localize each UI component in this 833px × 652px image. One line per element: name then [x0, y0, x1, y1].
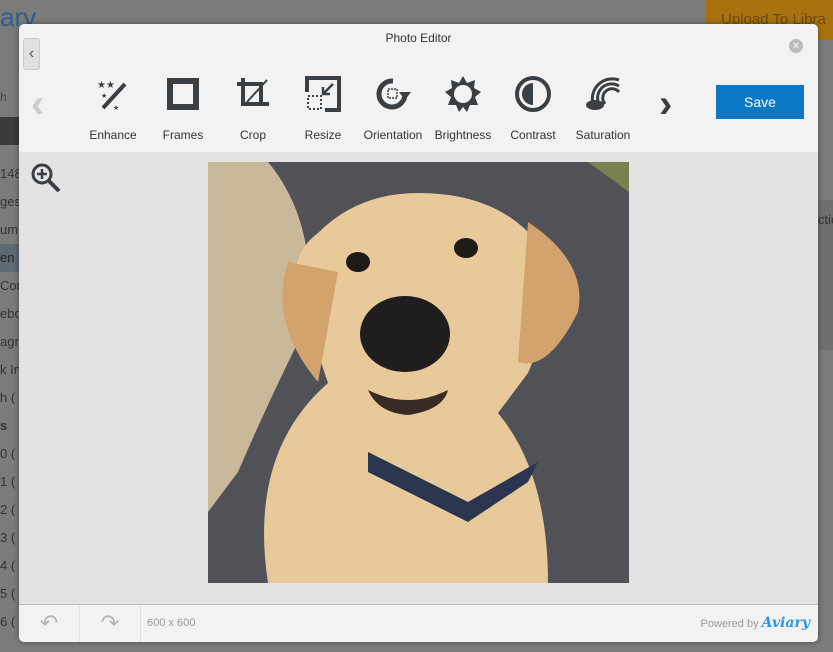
- svg-text:★★: ★★: [97, 80, 115, 91]
- crop-icon: [237, 78, 269, 106]
- svg-text:★: ★: [113, 104, 119, 112]
- tool-brightness[interactable]: Brightness: [428, 74, 498, 142]
- powered-by: Powered by Aviary: [700, 615, 811, 631]
- editor-canvas: [19, 152, 818, 605]
- magic-wand-icon: ★★★★: [97, 80, 127, 112]
- back-button[interactable]: ‹: [23, 38, 40, 70]
- background-list-item: 1 (: [0, 474, 16, 489]
- frame-icon: [167, 78, 199, 110]
- tool-saturation[interactable]: Saturation: [568, 74, 638, 142]
- background-list-item: k In: [0, 362, 20, 377]
- zoom-in-icon[interactable]: [30, 162, 62, 194]
- rainbow-icon: [586, 77, 621, 110]
- tool-enhance[interactable]: ★★ ★ ★ Enhance: [78, 74, 148, 142]
- background-list-item: 148: [0, 166, 20, 181]
- next-tools-icon[interactable]: ›: [659, 82, 672, 127]
- tool-frames[interactable]: Frames: [148, 74, 218, 142]
- undo-icon: ↶: [39, 610, 59, 635]
- prev-tools-icon[interactable]: ‹: [31, 82, 44, 127]
- background-list-item: agr: [0, 334, 19, 349]
- image-dimensions: 600 x 600: [147, 617, 196, 629]
- resize-icon: [305, 76, 341, 112]
- background-list-item: 4 (: [0, 558, 16, 573]
- background-list-item: 2 (: [0, 502, 16, 517]
- background-list-item: 0 (: [0, 446, 16, 461]
- aviary-logo: Aviary: [761, 615, 810, 631]
- background-right: ctio: [818, 200, 833, 350]
- tool-crop[interactable]: Crop: [218, 74, 288, 142]
- sun-icon: [445, 76, 481, 112]
- search-fragment: h: [0, 90, 7, 104]
- tool-contrast[interactable]: Contrast: [498, 74, 568, 142]
- background-list-item: ges: [0, 194, 20, 209]
- close-icon[interactable]: ×: [789, 39, 803, 53]
- footer: ↶ ↷ 600 x 600 Powered by Aviary: [19, 606, 818, 642]
- tool-orientation[interactable]: Orientation: [358, 74, 428, 142]
- background-list-item: h (: [0, 390, 16, 405]
- undo-button[interactable]: ↶: [19, 606, 80, 642]
- background-list-item: 6 (: [0, 614, 16, 629]
- save-button[interactable]: Save: [716, 85, 804, 119]
- background-list-item: ebo: [0, 306, 20, 321]
- contrast-icon: [515, 76, 551, 112]
- background-list-item: um: [0, 222, 19, 237]
- toolbar: ★★ ★ ★ Enhance Frames Crop Resize Orientati…: [78, 74, 638, 142]
- photo-editor-modal: Photo Editor × ‹ ‹ ★★ ★ ★ Enhance Frames Cr…: [19, 24, 818, 642]
- photo-image: [208, 162, 629, 583]
- svg-text:★: ★: [101, 92, 107, 100]
- background-list-item: s: [0, 418, 8, 433]
- redo-button[interactable]: ↷: [80, 606, 141, 642]
- redo-icon: ↷: [100, 610, 120, 635]
- background-list-item: 5 (: [0, 586, 16, 601]
- background-bar: [0, 117, 20, 145]
- background-list-item: 3 (: [0, 530, 16, 545]
- background-list-item: en: [0, 244, 20, 272]
- modal-title: Photo Editor: [385, 31, 452, 45]
- background-list: 148 ges um en Cor ebo agr k In h ( s 0 ( 1 ( 2 ( 3 ( 4…: [0, 160, 20, 636]
- background-list-item: Cor: [0, 278, 20, 293]
- tool-resize[interactable]: Resize: [288, 74, 358, 142]
- rotate-icon: [376, 78, 411, 110]
